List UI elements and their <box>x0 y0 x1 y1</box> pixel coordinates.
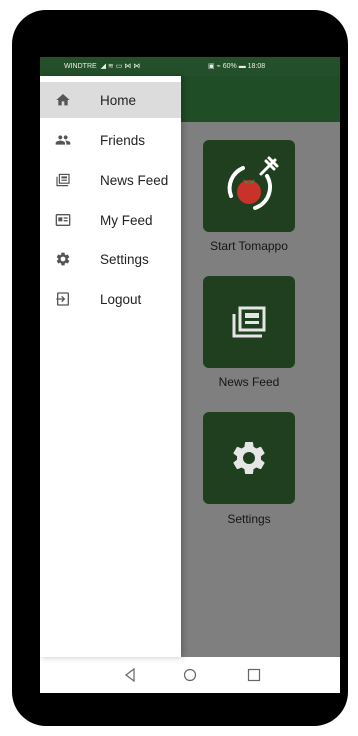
drawer-item-home[interactable]: Home <box>40 82 181 118</box>
nfc-icon: ▣ ⌁ <box>208 63 223 70</box>
back-icon <box>125 668 135 682</box>
feed-card-icon <box>54 211 72 229</box>
drawer-item-label: Home <box>100 92 137 108</box>
recents-button[interactable] <box>242 664 266 686</box>
clock: 18:08 <box>247 63 266 70</box>
newspaper-icon <box>54 171 72 189</box>
people-icon <box>54 131 72 149</box>
drawer-item-label: My Feed <box>100 212 153 228</box>
navigation-drawer: Home Friends News Feed My Feed Settings <box>40 76 181 657</box>
home-icon <box>54 91 72 109</box>
tomato-plate-icon <box>227 156 279 210</box>
settings-tile[interactable] <box>203 412 295 504</box>
home-circle-icon <box>183 668 197 682</box>
battery-percent: 60% <box>222 63 237 70</box>
carrier-label: WINDTRE <box>64 63 97 70</box>
news-feed-tile-label: News Feed <box>218 375 280 389</box>
status-left: WINDTRE ◢ ≋ ▭ ⋈ ⋈ <box>64 62 140 70</box>
drawer-item-settings[interactable]: Settings <box>40 241 181 277</box>
drawer-item-friends[interactable]: Friends <box>40 122 181 158</box>
status-right: ▣ ⌁ 60% ▬ 18:08 <box>208 62 265 70</box>
news-feed-tile[interactable] <box>203 276 295 368</box>
drawer-item-my-feed[interactable]: My Feed <box>40 202 181 238</box>
drawer-item-label: News Feed <box>100 172 169 188</box>
start-tomappo-tile[interactable] <box>203 140 295 232</box>
gear-icon <box>233 441 265 474</box>
back-button[interactable] <box>118 664 142 686</box>
newspaper-icon <box>232 306 266 338</box>
drawer-item-news-feed[interactable]: News Feed <box>40 162 181 198</box>
start-tomappo-label: Start Tomappo <box>210 239 288 253</box>
battery-icon: ▬ <box>238 63 248 70</box>
home-button[interactable] <box>178 664 202 686</box>
drawer-item-label: Settings <box>100 251 149 267</box>
signal-icon: ◢ ≋ ▭ ⋈ ⋈ <box>98 63 141 70</box>
drawer-item-logout[interactable]: Logout <box>40 281 181 317</box>
logout-icon <box>54 290 72 308</box>
recents-icon <box>247 668 261 682</box>
gear-icon <box>54 250 72 268</box>
drawer-item-label: Friends <box>100 132 146 148</box>
app-screen: WINDTRE ◢ ≋ ▭ ⋈ ⋈ ▣ ⌁ 60% ▬ 18:08 Start … <box>40 57 340 693</box>
system-nav-bar <box>40 657 340 693</box>
drawer-item-label: Logout <box>100 291 142 307</box>
settings-tile-label: Settings <box>227 512 271 526</box>
status-bar: WINDTRE ◢ ≋ ▭ ⋈ ⋈ ▣ ⌁ 60% ▬ 18:08 <box>40 57 340 76</box>
